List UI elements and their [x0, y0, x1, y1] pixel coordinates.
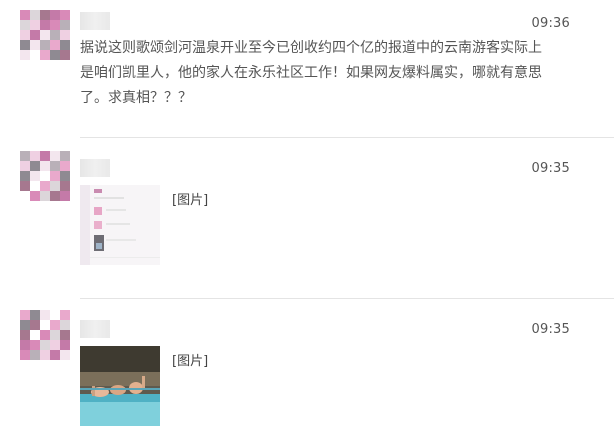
- divider: [80, 137, 614, 138]
- avatar-pixel: [50, 10, 60, 20]
- avatar-pixel: [40, 340, 50, 350]
- avatar-pixel: [20, 10, 30, 20]
- avatar-pixel: [30, 10, 40, 20]
- avatar-pixel: [20, 340, 30, 350]
- avatar-pixel: [50, 191, 60, 201]
- avatar-pixel: [30, 161, 40, 171]
- avatar-pixel: [20, 50, 30, 60]
- avatar-pixel: [60, 171, 70, 181]
- username-pixelated: [80, 12, 110, 30]
- avatar-pixel: [50, 181, 60, 191]
- avatar-pixel: [20, 151, 30, 161]
- avatar-pixel: [30, 50, 40, 60]
- avatar-pixel: [40, 181, 50, 191]
- avatar-pixel: [50, 151, 60, 161]
- image-thumbnail[interactable]: [80, 185, 160, 265]
- avatar-pixel: [50, 40, 60, 50]
- avatar-pixel: [20, 40, 30, 50]
- avatar-pixel: [30, 20, 40, 30]
- avatar-pixel: [30, 40, 40, 50]
- avatar-pixel: [40, 40, 50, 50]
- avatar[interactable]: [20, 10, 70, 60]
- avatar-pixel: [20, 171, 30, 181]
- avatar-pixel: [60, 40, 70, 50]
- avatar-pixel: [40, 350, 50, 360]
- avatar-pixel: [60, 330, 70, 340]
- avatar-pixel: [40, 171, 50, 181]
- avatar-pixel: [50, 50, 60, 60]
- pool-photo-image: [80, 346, 160, 426]
- avatar-pixel: [40, 151, 50, 161]
- avatar-pixel: [20, 20, 30, 30]
- avatar-pixel: [30, 181, 40, 191]
- divider: [80, 298, 614, 299]
- avatar-pixel: [20, 320, 30, 330]
- avatar-pixel: [60, 10, 70, 20]
- avatar-pixel: [30, 151, 40, 161]
- avatar-pixel: [20, 310, 30, 320]
- image-label: [图片]: [172, 193, 209, 208]
- message-time: 09:35: [531, 161, 570, 176]
- avatar-pixel: [60, 151, 70, 161]
- avatar-pixel: [40, 30, 50, 40]
- avatar-pixel: [50, 161, 60, 171]
- avatar[interactable]: [20, 151, 70, 201]
- message-time: 09:35: [531, 322, 570, 337]
- avatar-pixel: [30, 320, 40, 330]
- avatar-pixel: [30, 340, 40, 350]
- avatar-pixel: [20, 350, 30, 360]
- avatar-pixel: [60, 161, 70, 171]
- avatar-pixel: [60, 310, 70, 320]
- avatar-pixel: [30, 310, 40, 320]
- image-label: [图片]: [172, 354, 209, 369]
- image-thumbnail[interactable]: [80, 346, 160, 426]
- avatar-pixel: [60, 191, 70, 201]
- avatar-pixel: [60, 50, 70, 60]
- message-item: 09:35 [图片]: [0, 300, 614, 437]
- avatar-pixel: [40, 10, 50, 20]
- avatar-pixel: [40, 20, 50, 30]
- message-time: 09:36: [531, 16, 570, 31]
- avatar-pixel: [50, 171, 60, 181]
- message-text: 据说这则歌颂剑河温泉开业至今已创收约四个亿的报道中的云南游客实际上是咱们凯里人，…: [80, 40, 542, 106]
- avatar-pixel: [40, 191, 50, 201]
- avatar-pixel: [20, 181, 30, 191]
- avatar-pixel: [20, 161, 30, 171]
- avatar-pixel: [30, 330, 40, 340]
- avatar-pixel: [30, 191, 40, 201]
- avatar[interactable]: [20, 310, 70, 360]
- avatar-pixel: [40, 50, 50, 60]
- avatar-pixel: [20, 30, 30, 40]
- avatar-pixel: [40, 310, 50, 320]
- username-pixelated: [80, 159, 110, 177]
- avatar-pixel: [50, 340, 60, 350]
- avatar-pixel: [60, 340, 70, 350]
- message-item: 09:35 [图片]: [0, 139, 614, 299]
- avatar-pixel: [50, 30, 60, 40]
- avatar-pixel: [50, 320, 60, 330]
- avatar-pixel: [40, 320, 50, 330]
- avatar-pixel: [60, 320, 70, 330]
- avatar-pixel: [40, 161, 50, 171]
- avatar-pixel: [30, 171, 40, 181]
- avatar-pixel: [30, 350, 40, 360]
- message-item: 09:36 据说这则歌颂剑河温泉开业至今已创收约四个亿的报道中的云南游客实际上是…: [0, 0, 614, 138]
- avatar-pixel: [20, 330, 30, 340]
- avatar-pixel: [20, 191, 30, 201]
- avatar-pixel: [60, 181, 70, 191]
- avatar-pixel: [60, 20, 70, 30]
- avatar-pixel: [30, 30, 40, 40]
- avatar-pixel: [50, 310, 60, 320]
- avatar-pixel: [50, 330, 60, 340]
- avatar-pixel: [50, 20, 60, 30]
- username-pixelated: [80, 320, 110, 338]
- phone-screenshot-image: [80, 185, 160, 265]
- avatar-pixel: [60, 30, 70, 40]
- avatar-pixel: [50, 350, 60, 360]
- avatar-pixel: [60, 350, 70, 360]
- avatar-pixel: [40, 330, 50, 340]
